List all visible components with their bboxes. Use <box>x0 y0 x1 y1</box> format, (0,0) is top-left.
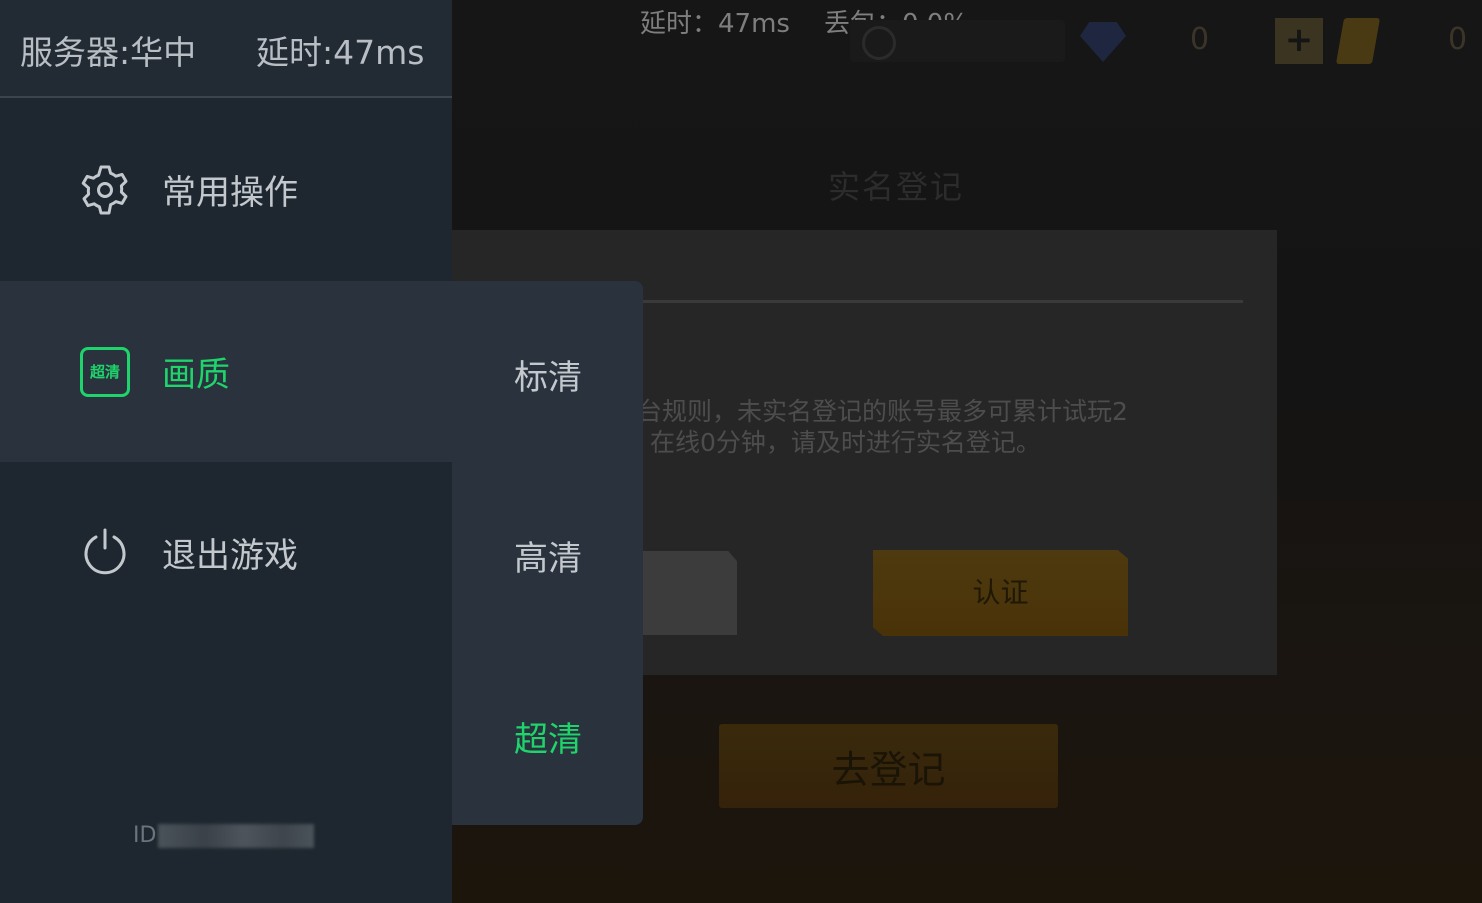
latency-stat-label: 延时： <box>640 9 719 39</box>
user-id-label: ID <box>133 823 157 848</box>
menu-item-quality-label: 画质 <box>162 355 230 395</box>
dialog-notice: 平台规则，未实名登记的账号最多可累计试玩2 在线0分钟，请及时进行实名登记。 <box>612 396 1232 458</box>
menu-item-exit-game-label: 退出游戏 <box>162 536 298 576</box>
menu-item-common-operations-label: 常用操作 <box>162 173 298 213</box>
diamond-count: 0 <box>1190 22 1210 57</box>
quality-option-ultra[interactable]: 超清 <box>486 712 610 761</box>
quality-badge-icon: 超清 <box>80 347 130 397</box>
menu-item-common-operations[interactable]: 常用操作 <box>0 99 452 280</box>
gear-icon <box>81 165 128 215</box>
dialog-title: 实名登记 <box>828 168 965 206</box>
add-currency-button[interactable]: + <box>1275 18 1323 64</box>
coin-icon <box>862 26 896 60</box>
notice-line-2: 在线0分钟，请及时进行实名登记。 <box>650 428 1041 457</box>
quality-option-standard[interactable]: 标清 <box>486 350 610 399</box>
power-icon <box>84 528 126 575</box>
sidebar-header: 服务器:华中 延时:47ms <box>0 0 452 98</box>
screen: 延时： 47ms 丢包： 0.0% 0 + 0 实名登记 平台规则，未实名登记的… <box>0 0 1482 903</box>
latency-stat: 延时： 47ms <box>640 6 790 42</box>
quality-option-high[interactable]: 高清 <box>486 531 610 580</box>
menu-item-exit-game[interactable]: 退出游戏 <box>0 462 452 643</box>
notice-line-1: 平台规则，未实名登记的账号最多可累计试玩2 <box>612 397 1128 426</box>
latency-label: 延时:47ms <box>256 33 425 72</box>
user-id-redacted <box>158 823 315 848</box>
server-label: 服务器:华中 <box>20 33 197 72</box>
user-id: ID <box>133 823 315 848</box>
ticket-count: 0 <box>1448 22 1468 57</box>
auth-button[interactable]: 认证 <box>873 550 1128 636</box>
register-button[interactable]: 去登记 <box>719 724 1058 808</box>
quality-submenu <box>452 462 643 825</box>
latency-stat-value: 47ms <box>718 9 790 39</box>
